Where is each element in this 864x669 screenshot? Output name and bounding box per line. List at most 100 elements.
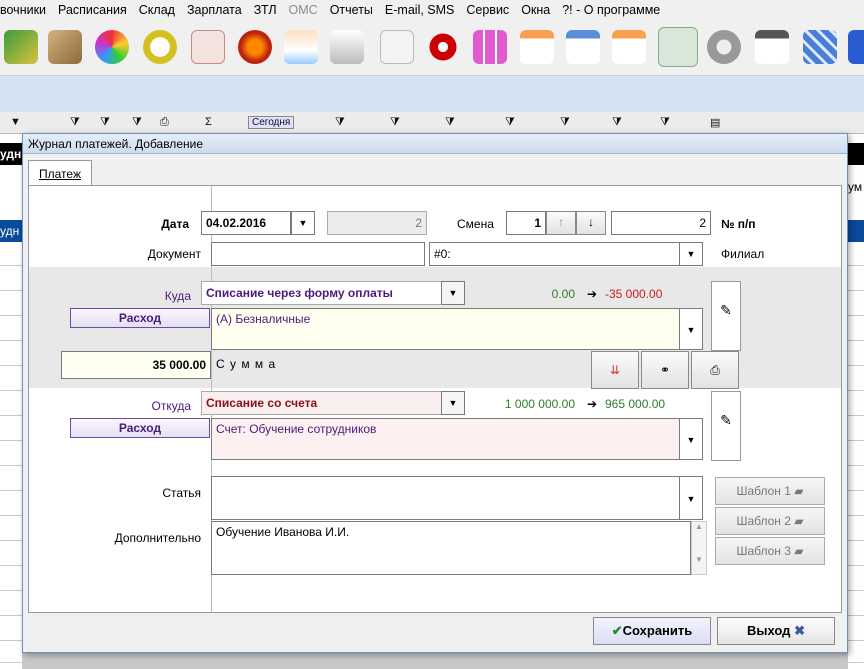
list-left-edge: [0, 134, 22, 669]
arrow-right-icon: ➔: [587, 287, 598, 301]
filter-icon[interactable]: ⧩: [70, 116, 80, 129]
clock-table-icon[interactable]: [612, 30, 646, 64]
search-button[interactable]: ⚭: [641, 351, 689, 389]
from-type-button[interactable]: Расход: [70, 418, 210, 438]
menu-warehouse[interactable]: Склад: [133, 3, 181, 17]
template-1-button[interactable]: Шаблон 1 ▰: [715, 477, 825, 505]
calculate-button[interactable]: ⇊: [591, 351, 639, 389]
filter-toolbar: ▼ ⧩ ⧩ ⧩ ⎙ Σ Сегодня ⧩ ⧩ ⧩ ⧩ ⧩ ⧩ ⧩ ▤: [0, 112, 864, 134]
today-filter-button[interactable]: Сегодня: [248, 116, 295, 129]
from-account-field[interactable]: Счет: Обучение сотрудников: [211, 418, 681, 460]
document-input[interactable]: [211, 242, 425, 266]
branch-select[interactable]: #0:: [429, 242, 681, 266]
dialog-title: Журнал платежей. Добавление: [23, 134, 847, 154]
printer-icon: ⎙: [710, 363, 720, 377]
filter-icon[interactable]: ⧩: [335, 116, 345, 129]
grid-pink-icon[interactable]: [473, 30, 507, 64]
edit-document-icon: ✎: [720, 412, 732, 428]
template-icon: ▰: [794, 484, 804, 498]
alarm-clock-icon[interactable]: [143, 30, 177, 64]
date-input[interactable]: 04.02.2016: [201, 211, 291, 235]
sms-icon[interactable]: [658, 27, 698, 67]
menu-about[interactable]: ?! - О программе: [556, 3, 666, 17]
article-dropdown-button[interactable]: ▼: [679, 476, 703, 520]
biohazard-icon[interactable]: [426, 30, 460, 64]
menu-oms[interactable]: ОМС: [283, 3, 324, 17]
exit-button[interactable]: Выход ✖: [717, 617, 835, 645]
list-header-cell: удн: [0, 143, 22, 165]
print-button[interactable]: ⎙: [691, 351, 739, 389]
certificate-icon[interactable]: [191, 30, 225, 64]
menu-salary[interactable]: Зарплата: [181, 3, 248, 17]
filter-icon[interactable]: ⧩: [560, 116, 570, 129]
mortar-icon[interactable]: [330, 30, 364, 64]
filter-icon[interactable]: ⧩: [100, 116, 110, 129]
menu-reports[interactable]: Отчеты: [324, 3, 379, 17]
filter-icon[interactable]: ⧩: [612, 116, 622, 129]
arrow-right-icon: ➔: [587, 397, 598, 411]
to-edit-button[interactable]: ✎: [711, 281, 741, 351]
main-toolbar: [0, 20, 864, 76]
from-dropdown-button[interactable]: ▼: [441, 391, 465, 415]
filter-icon[interactable]: ⧩: [390, 116, 400, 129]
extra-textarea[interactable]: Обучение Иванова И.И.: [211, 521, 691, 575]
extra-scrollbar[interactable]: ▲ ▼: [691, 521, 707, 575]
filter-icon[interactable]: ⧩: [505, 116, 515, 129]
scroll-down-icon[interactable]: ▼: [692, 555, 706, 564]
calendar-12-icon[interactable]: [755, 30, 789, 64]
filter-icon[interactable]: ⧩: [132, 116, 142, 129]
template-3-button[interactable]: Шаблон 3 ▰: [715, 537, 825, 565]
menu-references[interactable]: вочники: [0, 3, 52, 17]
pinwheel-icon[interactable]: [95, 30, 129, 64]
windows-icon[interactable]: [848, 30, 864, 64]
document-icon[interactable]: ▤: [710, 116, 720, 129]
from-account-dropdown[interactable]: ▼: [679, 418, 703, 460]
branch-dropdown-button[interactable]: ▼: [679, 242, 703, 266]
shift-down-button[interactable]: ↓: [576, 211, 606, 235]
from-select[interactable]: Списание со счета: [201, 391, 443, 415]
date-picker-button[interactable]: ▼: [291, 211, 315, 235]
printer-icon[interactable]: ⎙: [160, 116, 169, 129]
from-edit-button[interactable]: ✎: [711, 391, 741, 461]
filter-icon[interactable]: ⧩: [660, 116, 670, 129]
calendar-table-icon[interactable]: [520, 30, 554, 64]
to-select[interactable]: Списание через форму оплаты: [201, 281, 443, 305]
book-icon[interactable]: [4, 30, 38, 64]
filter-icon[interactable]: ⧩: [445, 116, 455, 129]
article-input[interactable]: [211, 476, 681, 520]
menu-service[interactable]: Сервис: [460, 3, 515, 17]
doctor-icon[interactable]: [284, 30, 318, 64]
menu-windows[interactable]: Окна: [515, 3, 556, 17]
sum-icon[interactable]: Σ: [205, 116, 212, 128]
number-pp-input[interactable]: 2: [611, 211, 711, 235]
template-2-button[interactable]: Шаблон 2 ▰: [715, 507, 825, 535]
box-icon[interactable]: [48, 30, 82, 64]
menu-ztl[interactable]: ЗТЛ: [248, 3, 283, 17]
from-label: Откуда: [151, 399, 192, 413]
from-new-balance: 965 000.00: [605, 397, 666, 411]
edit-document-icon: ✎: [720, 302, 732, 318]
to-account-dropdown[interactable]: ▼: [679, 308, 703, 350]
amount-input[interactable]: 35 000.00: [61, 351, 211, 379]
scroll-up-icon[interactable]: ▲: [692, 522, 706, 531]
shift-up-button[interactable]: ↑: [546, 211, 576, 235]
dropdown-arrow-icon[interactable]: ▼: [10, 116, 21, 128]
to-account-field[interactable]: (А) Безналичные: [211, 308, 681, 350]
checkmark-icon: ✔: [611, 623, 623, 638]
tab-payment[interactable]: Платеж: [28, 160, 92, 186]
menu-email-sms[interactable]: E-mail, SMS: [379, 3, 460, 17]
list-selected-cell: удн: [0, 220, 22, 242]
list-row: [0, 662, 864, 663]
fire-badge-icon[interactable]: [238, 30, 272, 64]
save-button[interactable]: ✔Сохранить: [593, 617, 711, 645]
to-type-button[interactable]: Расход: [70, 308, 210, 328]
article-label: Статья: [162, 486, 201, 500]
to-dropdown-button[interactable]: ▼: [441, 281, 465, 305]
gear-icon[interactable]: [707, 30, 741, 64]
first-aid-icon[interactable]: [380, 30, 414, 64]
tiles-icon[interactable]: [803, 30, 837, 64]
checklist-icon[interactable]: [566, 30, 600, 64]
shift-input[interactable]: 1: [506, 211, 546, 235]
menu-schedules[interactable]: Расписания: [52, 3, 133, 17]
list-header-right: [848, 143, 864, 165]
